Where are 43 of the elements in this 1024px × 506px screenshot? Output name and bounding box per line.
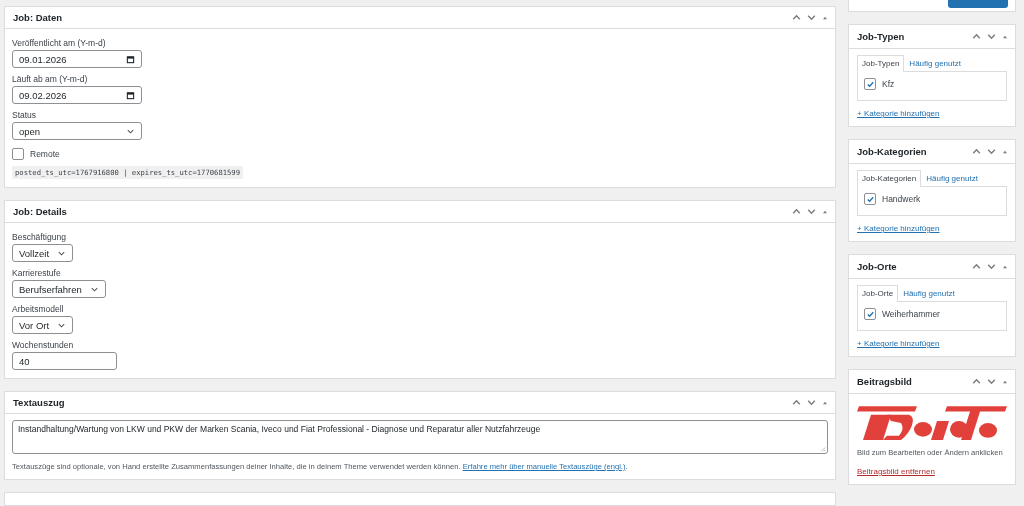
checkbox-label: Handwerk xyxy=(882,194,921,204)
tab[interactable]: Job-Typen xyxy=(857,55,905,72)
panel-title: Beitragsbild xyxy=(857,376,912,387)
add-category-link[interactable]: + Kategorie hinzufügen xyxy=(857,224,940,233)
date-field[interactable]: 09.01.2026 xyxy=(12,50,142,68)
tab[interactable]: Häufig genutzt xyxy=(904,55,966,71)
panel-title: Job: Details xyxy=(13,206,67,217)
resize-handle-icon[interactable] xyxy=(820,446,826,452)
panel-title: Job-Orte xyxy=(857,261,897,272)
select-field[interactable]: Berufserfahren xyxy=(12,280,106,298)
excerpt-textarea[interactable]: Instandhaltung/Wartung von LKW und PKW der Marken Scania, Iveco und Fiat Professional - Diagnose und Reparatur aller Nutzfahrzeuge xyxy=(12,420,828,454)
tab[interactable]: Häufig genutzt xyxy=(898,285,960,301)
term-checkbox[interactable] xyxy=(864,193,876,205)
remove-image-link[interactable]: Beitragsbild entfernen xyxy=(857,467,935,476)
panel-title: Job-Kategorien xyxy=(857,146,927,157)
calendar-icon[interactable] xyxy=(126,54,135,64)
field-label: Veröffentlicht am (Y-m-d) xyxy=(12,38,106,48)
field-label: Wochenstunden xyxy=(12,340,74,350)
add-category-link[interactable]: + Kategorie hinzufügen xyxy=(857,109,940,118)
tab[interactable]: Häufig genutzt xyxy=(921,170,983,186)
field-label: Arbeitsmodell xyxy=(12,304,64,314)
term-checkbox[interactable] xyxy=(864,78,876,90)
panel-title: Job-Typen xyxy=(857,31,905,42)
checkbox-label: Remote xyxy=(30,149,60,159)
term-checkbox[interactable] xyxy=(864,308,876,320)
remote-checkbox[interactable] xyxy=(12,148,24,160)
field-label: Status xyxy=(12,110,37,120)
select-field[interactable]: Vollzeit xyxy=(12,244,74,262)
tab[interactable]: Job-Kategorien xyxy=(857,170,922,187)
select-field[interactable]: Vor Ort xyxy=(12,316,74,334)
field-label: Karrierestufe xyxy=(12,268,61,278)
tab[interactable]: Job-Orte xyxy=(857,285,899,302)
input-field[interactable]: 40 xyxy=(12,352,117,370)
field-label: Läuft ab am (Y-m-d) xyxy=(12,74,88,84)
panel-title: Job: Daten xyxy=(13,12,63,23)
date-field[interactable]: 09.02.2026 xyxy=(12,86,142,104)
calendar-icon[interactable] xyxy=(126,90,135,100)
add-category-link[interactable]: + Kategorie hinzufügen xyxy=(857,339,940,348)
status-select[interactable]: open xyxy=(12,122,142,140)
checkbox-label: Weiherhammer xyxy=(882,309,940,319)
field-label: Beschäftigung xyxy=(12,232,66,242)
panel-title: Textauszug xyxy=(13,397,65,408)
checkbox-label: Kfz xyxy=(882,79,895,89)
